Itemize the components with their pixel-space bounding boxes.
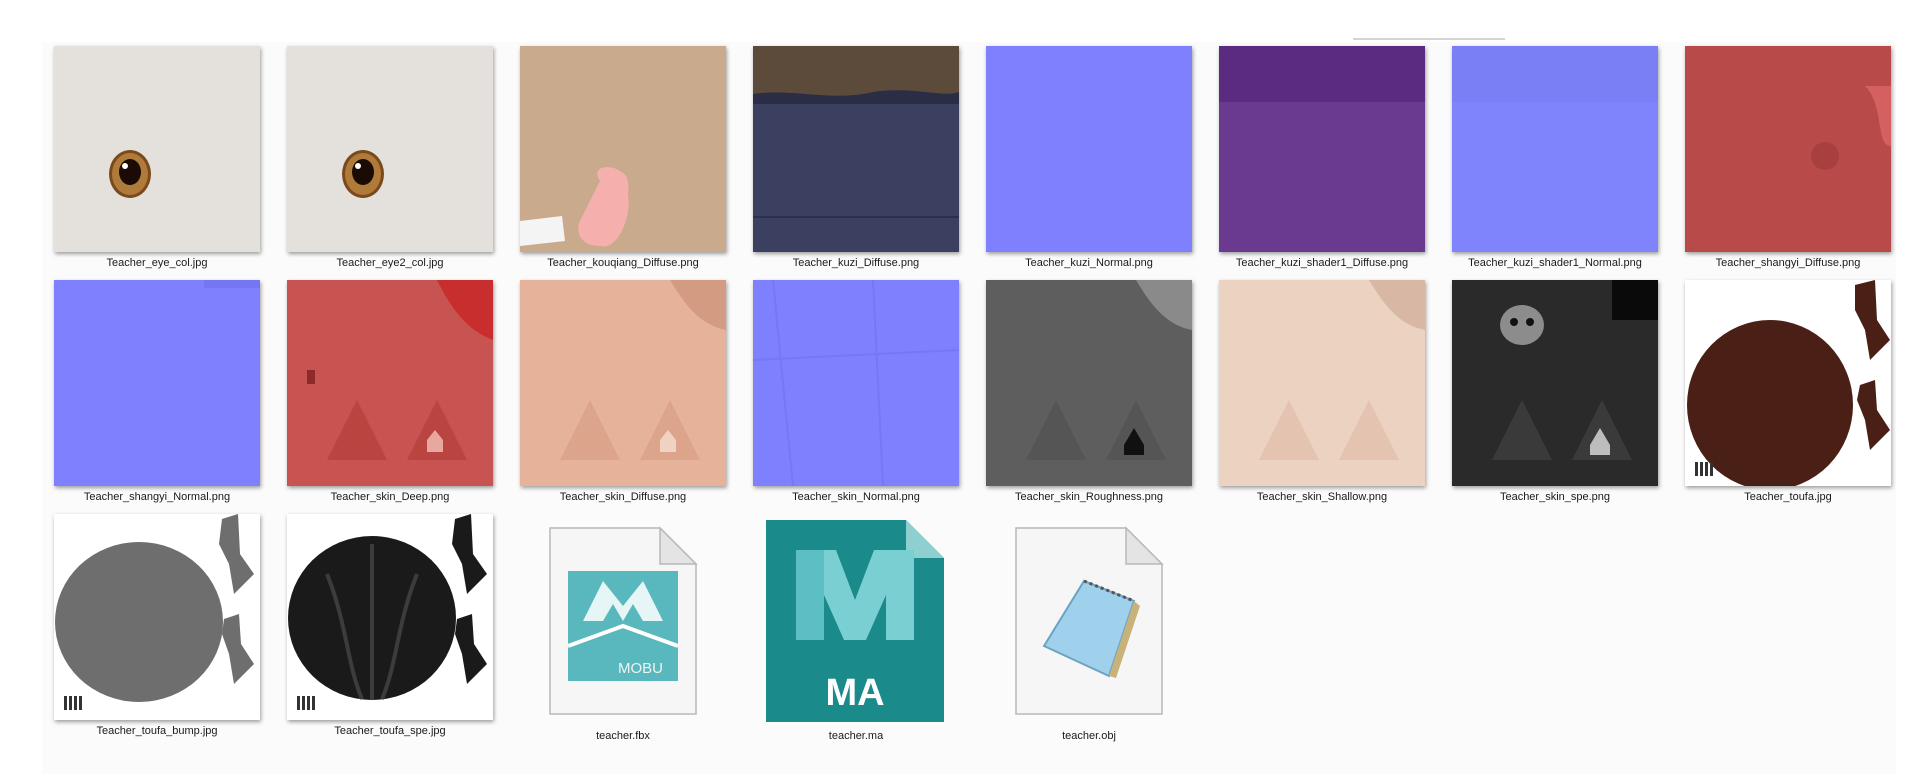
file-name: Teacher_skin_Roughness.png — [1015, 491, 1163, 503]
file-explorer-window: Teacher_eye_col.jpg Teacher_eye2_col.jpg — [0, 0, 1920, 774]
normal-map-thumbnail — [986, 46, 1192, 252]
hair-bump-thumbnail — [54, 514, 260, 720]
eye-texture-thumbnail — [54, 46, 260, 252]
file-name: Teacher_kuzi_Diffuse.png — [792, 257, 920, 269]
file-name: Teacher_kouqiang_Diffuse.png — [547, 257, 699, 269]
hair-specular-thumbnail — [287, 514, 493, 720]
maya-file-icon: MA — [766, 520, 944, 722]
file-name: Teacher_toufa_bump.jpg — [96, 725, 218, 737]
skin-specular-thumbnail — [1452, 280, 1658, 486]
normal-map-thumbnail — [54, 280, 260, 486]
file-name: Teacher_toufa_spe.jpg — [334, 725, 446, 737]
file-name: teacher.fbx — [596, 730, 650, 742]
file-name: Teacher_kuzi_shader1_Normal.png — [1468, 257, 1642, 269]
file-name: Teacher_skin_spe.png — [1499, 491, 1611, 503]
large-icons-view: Teacher_eye_col.jpg Teacher_eye2_col.jpg — [42, 42, 1896, 774]
mouth-texture-thumbnail — [520, 46, 726, 252]
file-name: Teacher_skin_Diffuse.png — [559, 491, 687, 503]
maya-icon-label: MA — [825, 672, 885, 714]
file-name: Teacher_toufa.jpg — [1744, 491, 1832, 503]
scrollbar-hint[interactable] — [1353, 38, 1505, 40]
pants-texture-thumbnail — [753, 46, 959, 252]
file-name: Teacher_eye_col.jpg — [106, 257, 208, 269]
fbx-icon-label: MOBU — [618, 660, 663, 677]
file-name: Teacher_kuzi_Normal.png — [1025, 257, 1153, 269]
normal-map-thumbnail — [753, 280, 959, 486]
skin-deep-thumbnail — [287, 280, 493, 486]
eye-texture-thumbnail — [287, 46, 493, 252]
file-name: Teacher_eye2_col.jpg — [336, 257, 444, 269]
file-name: Teacher_kuzi_shader1_Diffuse.png — [1235, 257, 1409, 269]
hair-texture-thumbnail — [1685, 280, 1891, 486]
skin-roughness-thumbnail — [986, 280, 1192, 486]
file-name: Teacher_skin_Deep.png — [330, 491, 450, 503]
file-name: Teacher_skin_Shallow.png — [1256, 491, 1388, 503]
file-name: Teacher_shangyi_Normal.png — [83, 491, 231, 503]
file-name: teacher.obj — [1062, 730, 1116, 742]
notepad-file-icon — [1014, 526, 1164, 716]
skin-shallow-thumbnail — [1219, 280, 1425, 486]
skin-diffuse-thumbnail — [520, 280, 726, 486]
file-name: teacher.ma — [828, 730, 884, 742]
file-name: Teacher_skin_Normal.png — [792, 491, 920, 503]
pants-shader-thumbnail — [1219, 46, 1425, 252]
shirt-texture-thumbnail — [1685, 46, 1891, 252]
normal-map-thumbnail — [1452, 46, 1658, 252]
fbx-file-icon: MOBU — [548, 526, 698, 716]
file-name: Teacher_shangyi_Diffuse.png — [1715, 257, 1861, 269]
